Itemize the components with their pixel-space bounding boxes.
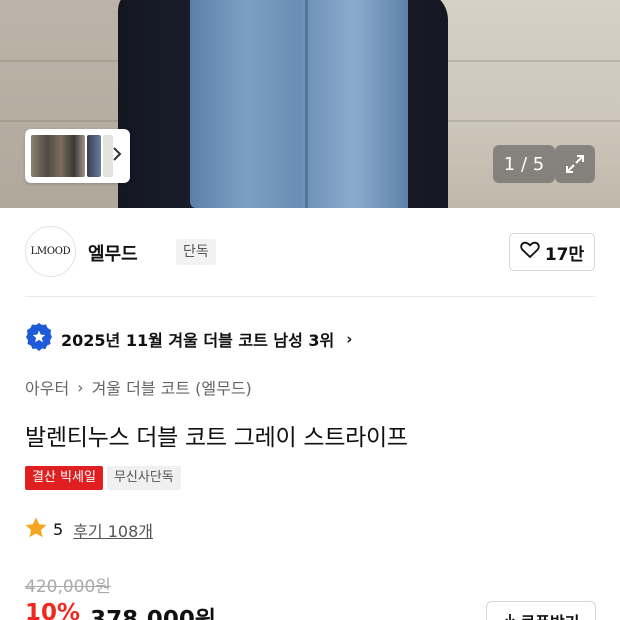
star-icon <box>25 517 47 542</box>
sale-badge: 결산 빅세일 <box>25 466 103 490</box>
original-price: 420,000원 <box>25 577 111 597</box>
like-button[interactable]: 17만 <box>509 233 595 271</box>
coupon-label: 쿠폰받기 <box>521 609 580 620</box>
badge-list: 결산 빅세일 무신사단독 <box>25 466 181 490</box>
download-icon <box>503 612 517 620</box>
chevron-right-icon: › <box>77 377 84 397</box>
brand-name[interactable]: 엘무드 <box>88 240 138 266</box>
divider <box>25 296 595 297</box>
brand-row: LMOOD 엘무드 단독 17만 <box>25 226 595 278</box>
like-count: 17만 <box>544 244 585 265</box>
product-title: 발렌티누스 더블 코트 그레이 스트라이프 <box>25 425 408 451</box>
heart-icon <box>520 241 540 264</box>
breadcrumb-subcategory[interactable]: 겨울 더블 코트 (엘무드) <box>92 375 252 399</box>
chevron-right-icon: › <box>346 330 353 348</box>
sale-price: 378,000원 <box>90 607 216 620</box>
discount-rate: 10% <box>25 600 81 620</box>
exclusive-tag: 단독 <box>176 239 216 265</box>
price-row: 10% 378,000원 <box>25 600 216 620</box>
ranking-link[interactable]: 2025년 11월 겨울 더블 코트 남성 3위 › <box>25 322 353 356</box>
photo-seam <box>305 0 308 208</box>
expand-icon[interactable] <box>555 145 595 183</box>
breadcrumb-category[interactable]: 아우터 <box>25 375 69 399</box>
thumbnail-strip[interactable] <box>25 129 130 183</box>
rating-row: 5 후기 108개 <box>25 517 153 542</box>
thumbnail-image[interactable] <box>87 135 101 177</box>
thumbnail-image[interactable] <box>31 135 85 177</box>
review-link[interactable]: 후기 108개 <box>73 518 153 542</box>
ranking-badge-icon <box>25 322 53 356</box>
photo-jeans-right <box>300 0 408 208</box>
brand-logo[interactable]: LMOOD <box>25 226 76 277</box>
ranking-text: 2025년 11월 겨울 더블 코트 남성 3위 <box>61 331 335 350</box>
rating-score: 5 <box>53 520 64 539</box>
photo-jeans-left <box>190 0 315 208</box>
exclusive-badge: 무신사단독 <box>106 466 181 490</box>
product-image[interactable]: 1 / 5 <box>0 0 620 208</box>
coupon-button[interactable]: 쿠폰받기 <box>486 601 596 620</box>
chevron-right-icon[interactable] <box>112 146 122 166</box>
image-counter: 1 / 5 <box>493 145 555 183</box>
breadcrumb: 아우터 › 겨울 더블 코트 (엘무드) <box>25 375 252 399</box>
